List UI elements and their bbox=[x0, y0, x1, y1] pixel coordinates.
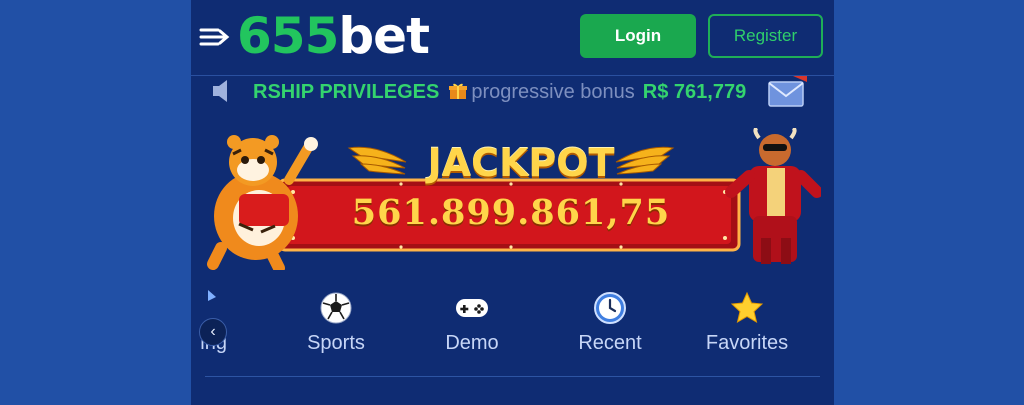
category-prev-button[interactable]: ‹ bbox=[199, 318, 227, 346]
category-divider bbox=[205, 376, 820, 377]
marquee-amount: R$ 761,779 bbox=[642, 81, 747, 103]
category-tab-recent[interactable]: Recent bbox=[555, 285, 665, 365]
mail-icon[interactable] bbox=[767, 76, 807, 110]
category-label-demo: Demo bbox=[445, 332, 499, 354]
register-button[interactable]: Register bbox=[708, 14, 823, 58]
marquee-text: RSHIP PRIVILEGES progressive bonus R$ 761… bbox=[253, 80, 746, 104]
category-label-sports: Sports bbox=[307, 332, 365, 354]
gamepad-icon bbox=[456, 299, 488, 317]
clock-icon bbox=[594, 292, 626, 324]
gift-icon bbox=[449, 83, 468, 99]
jackpot-banner[interactable]: JACKPOT 561.899.861,75 bbox=[201, 128, 821, 270]
category-nav: ing ‹ Sports Demo bbox=[191, 285, 834, 375]
menu-expand-icon[interactable] bbox=[198, 22, 232, 52]
category-tab-favorites[interactable]: Favorites bbox=[691, 285, 803, 365]
app-container: 655bet Login Register RSHIP PRIVILEGES p… bbox=[191, 0, 834, 405]
category-tab-sports[interactable]: Sports bbox=[281, 285, 391, 365]
logo-number: 655 bbox=[237, 7, 339, 65]
partial-category-icon bbox=[208, 290, 216, 301]
login-button[interactable]: Login bbox=[580, 14, 696, 58]
speaker-icon bbox=[213, 80, 227, 102]
top-header: 655bet Login Register bbox=[191, 0, 834, 75]
announcement-marquee: RSHIP PRIVILEGES progressive bonus R$ 761… bbox=[191, 76, 834, 112]
jackpot-amount: 561.899.861,75 bbox=[351, 192, 671, 233]
category-label-recent: Recent bbox=[578, 332, 642, 354]
soccer-ball-icon bbox=[320, 292, 352, 324]
chevron-left-icon: ‹ bbox=[210, 323, 216, 340]
bull-mascot-icon bbox=[725, 128, 821, 264]
brand-logo[interactable]: 655bet bbox=[237, 6, 430, 66]
star-icon bbox=[730, 291, 764, 324]
category-tab-demo[interactable]: Demo bbox=[417, 285, 527, 365]
left-wing-icon bbox=[347, 146, 407, 175]
logo-word: bet bbox=[338, 7, 430, 65]
category-label-favorites: Favorites bbox=[705, 332, 789, 354]
marquee-bonus-text: progressive bonus bbox=[471, 81, 635, 103]
marquee-privileges-text: RSHIP PRIVILEGES bbox=[253, 81, 440, 103]
jackpot-title: JACKPOT bbox=[427, 141, 615, 185]
